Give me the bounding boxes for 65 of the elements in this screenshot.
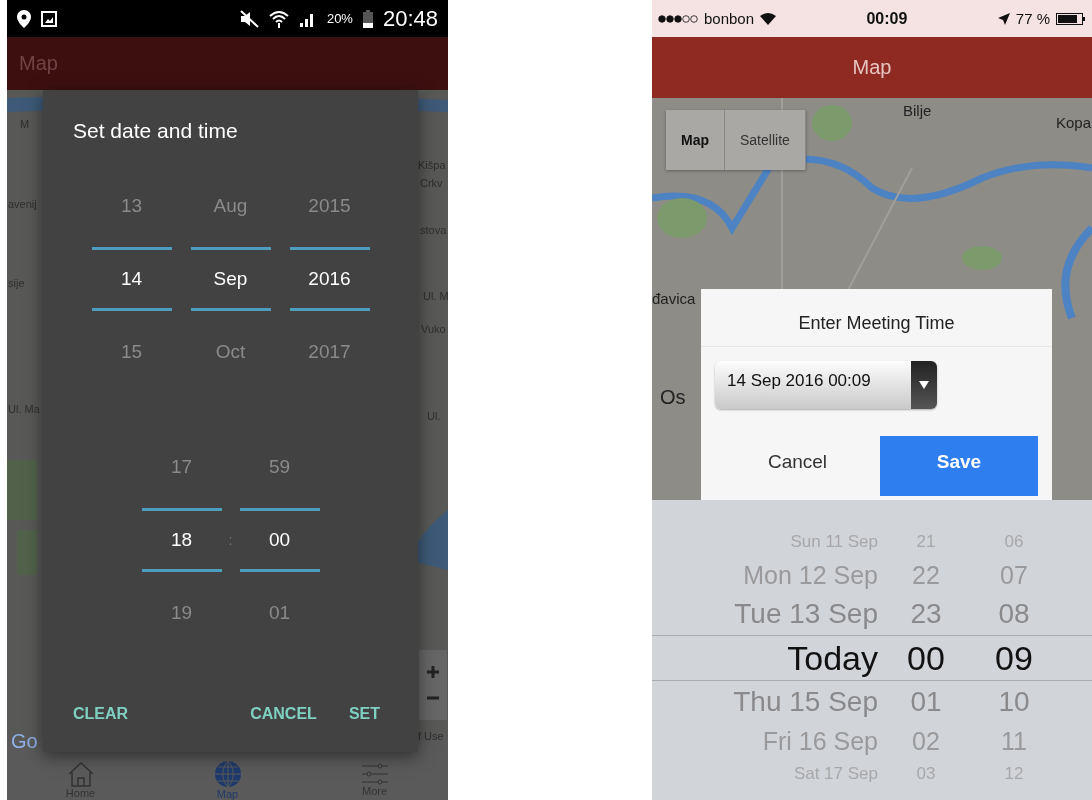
- battery-percent: 77 %: [1015, 10, 1050, 27]
- picker-hour[interactable]: 23: [887, 594, 965, 634]
- globe-icon: [213, 760, 242, 788]
- picker-value[interactable]: 00: [239, 508, 320, 572]
- picker-date[interactable]: Mon 12 Sep: [688, 558, 878, 592]
- picker-value[interactable]: Sep: [190, 247, 271, 311]
- picker-date[interactable]: Today: [688, 636, 878, 680]
- clock-time: 20:48: [382, 5, 438, 32]
- dialog-button[interactable]: CANCEL: [234, 697, 333, 731]
- picker-minute[interactable]: 08: [974, 594, 1054, 634]
- battery-icon: [1056, 12, 1086, 25]
- wifi-icon: [760, 12, 777, 25]
- picker-value[interactable]: 59: [239, 435, 320, 499]
- picker-value[interactable]: 2017: [289, 320, 370, 384]
- picker-hour[interactable]: 22: [887, 558, 965, 592]
- picker-value[interactable]: 2016: [289, 247, 370, 311]
- picker-date[interactable]: Tue 13 Sep: [688, 594, 878, 634]
- picker-minute[interactable]: 11: [974, 724, 1054, 758]
- picker-value[interactable]: 01: [239, 581, 320, 645]
- clock-time: 00:09: [866, 9, 908, 28]
- nav-tab[interactable]: Map: [216, 788, 239, 800]
- dialog-button[interactable]: CLEAR: [57, 697, 145, 731]
- dialog-button[interactable]: SET: [332, 697, 396, 731]
- picker-hour[interactable]: 02: [887, 724, 965, 758]
- picker-value[interactable]: 13: [91, 174, 172, 238]
- image-icon: [41, 10, 57, 27]
- picker-date[interactable]: Fri 16 Sep: [688, 724, 878, 758]
- dialog-title: Enter Meeting Time: [701, 289, 1052, 347]
- picker-minute[interactable]: 07: [974, 558, 1054, 592]
- map-label: Go: [11, 730, 38, 753]
- map-label: Os: [660, 386, 686, 409]
- map-label: đavica: [652, 290, 696, 307]
- picker-value[interactable]: Aug: [190, 174, 271, 238]
- picker-value[interactable]: Oct: [190, 320, 271, 384]
- picker-value[interactable]: 17: [141, 435, 222, 499]
- nav-bar-title: Map: [852, 56, 892, 79]
- picker-hour[interactable]: 01: [887, 682, 965, 722]
- map-type-toggle[interactable]: Satellite: [725, 110, 806, 170]
- map-label: Bilje: [903, 102, 932, 119]
- picker-value[interactable]: 14: [91, 247, 172, 311]
- signal-dots-icon: [658, 14, 698, 23]
- map-type-toggle[interactable]: Map: [666, 110, 725, 170]
- mute-icon: [238, 9, 259, 28]
- picker-date[interactable]: Thu 15 Sep: [688, 682, 878, 722]
- sliders-icon: [359, 763, 390, 785]
- picker-minute[interactable]: 09: [974, 636, 1054, 680]
- picker-hour[interactable]: 00: [887, 636, 965, 680]
- carrier-name: bonbon: [704, 10, 755, 27]
- zoom-controls-icon: [419, 650, 447, 720]
- battery-percent: 20%: [326, 11, 353, 26]
- location-arrow-icon: [997, 12, 1010, 25]
- picker-minute[interactable]: 10: [974, 682, 1054, 722]
- time-separator: :: [227, 531, 234, 550]
- dialog-button[interactable]: Save: [880, 436, 1038, 496]
- picker-value[interactable]: 15: [91, 320, 172, 384]
- battery-icon: [362, 9, 373, 28]
- picker-value[interactable]: 18: [141, 508, 222, 572]
- dialog-title: Set date and time: [72, 118, 239, 144]
- map-label: Kopa: [1056, 114, 1092, 131]
- picker-value[interactable]: 19: [141, 581, 222, 645]
- date-select-field[interactable]: 14 Sep 2016 00:09: [715, 361, 937, 409]
- picker-value[interactable]: 2015: [289, 174, 370, 238]
- wifi-icon: [268, 9, 289, 28]
- caret-icon: [919, 381, 929, 389]
- location-pin-icon: [17, 9, 31, 28]
